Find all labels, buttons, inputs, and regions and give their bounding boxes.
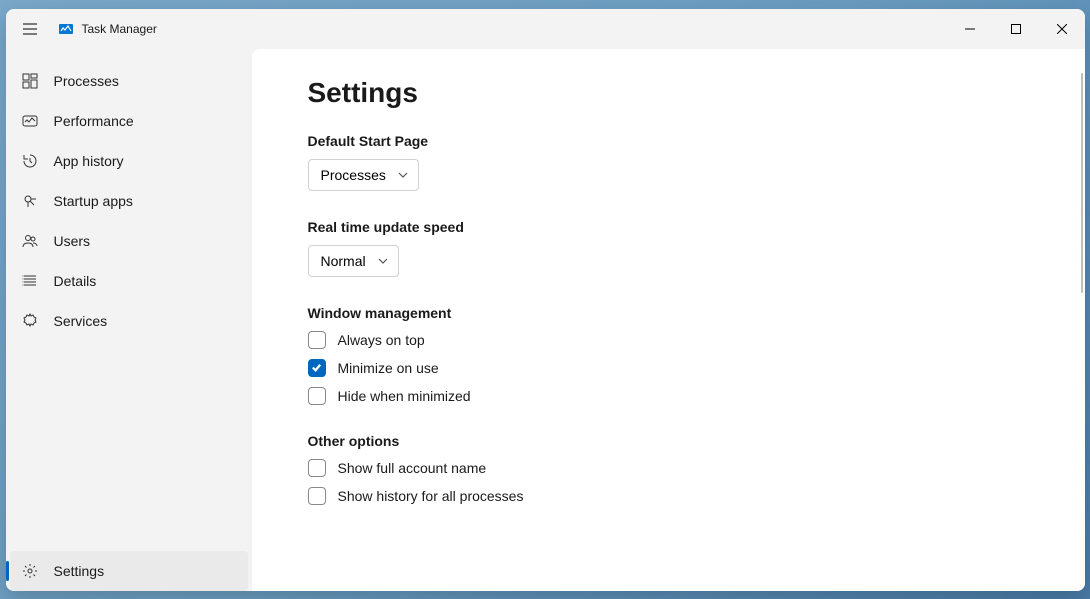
close-button[interactable] xyxy=(1039,13,1085,45)
sidebar-item-services[interactable]: Services xyxy=(10,301,248,341)
app-body: Processes Performance App history Startu… xyxy=(6,49,1085,591)
details-icon xyxy=(22,273,38,289)
content-area: Settings Default Start Page Processes Re… xyxy=(252,49,1085,591)
section-other-options: Other options Show full account name Sho… xyxy=(308,433,1029,505)
sidebar-item-label: Details xyxy=(54,273,97,289)
users-icon xyxy=(22,233,38,249)
startup-icon xyxy=(22,193,38,209)
section-title: Real time update speed xyxy=(308,219,1029,235)
checkbox-icon xyxy=(308,387,326,405)
checkbox-label: Minimize on use xyxy=(338,360,439,376)
section-title: Window management xyxy=(308,305,1029,321)
section-title: Default Start Page xyxy=(308,133,1029,149)
scrollbar[interactable] xyxy=(1081,73,1083,293)
history-icon xyxy=(22,153,38,169)
checkbox-icon xyxy=(308,359,326,377)
checkbox-icon xyxy=(308,487,326,505)
close-icon xyxy=(1057,24,1067,34)
services-icon xyxy=(22,313,38,329)
sidebar-item-label: Performance xyxy=(54,113,134,129)
checkbox-label: Always on top xyxy=(338,332,425,348)
checkbox-always-on-top[interactable]: Always on top xyxy=(308,331,1029,349)
maximize-icon xyxy=(1011,24,1021,34)
app-title: Task Manager xyxy=(82,22,947,36)
section-title: Other options xyxy=(308,433,1029,449)
checkbox-label: Show history for all processes xyxy=(338,488,524,504)
sidebar-item-settings[interactable]: Settings xyxy=(10,551,248,591)
checkbox-label: Hide when minimized xyxy=(338,388,471,404)
checkbox-minimize-on-use[interactable]: Minimize on use xyxy=(308,359,1029,377)
sidebar-item-label: Users xyxy=(54,233,91,249)
window-controls xyxy=(947,13,1085,45)
dropdown-value: Normal xyxy=(321,253,366,269)
sidebar-item-startup-apps[interactable]: Startup apps xyxy=(10,181,248,221)
chevron-down-icon xyxy=(398,170,408,180)
maximize-button[interactable] xyxy=(993,13,1039,45)
sidebar-item-label: Startup apps xyxy=(54,193,133,209)
sidebar-item-app-history[interactable]: App history xyxy=(10,141,248,181)
checkbox-label: Show full account name xyxy=(338,460,487,476)
minimize-button[interactable] xyxy=(947,13,993,45)
section-update-speed: Real time update speed Normal xyxy=(308,219,1029,277)
titlebar: Task Manager xyxy=(6,9,1085,49)
checkbox-history-all-processes[interactable]: Show history for all processes xyxy=(308,487,1029,505)
minimize-icon xyxy=(965,24,975,34)
sidebar-item-details[interactable]: Details xyxy=(10,261,248,301)
sidebar-item-users[interactable]: Users xyxy=(10,221,248,261)
dropdown-value: Processes xyxy=(321,167,386,183)
hamburger-icon xyxy=(22,21,38,37)
checkbox-hide-when-minimized[interactable]: Hide when minimized xyxy=(308,387,1029,405)
processes-icon xyxy=(22,73,38,89)
app-window: Task Manager Processes Performance App h… xyxy=(6,9,1085,591)
chevron-down-icon xyxy=(378,256,388,266)
sidebar: Processes Performance App history Startu… xyxy=(6,49,252,591)
page-title: Settings xyxy=(308,77,1029,109)
sidebar-item-processes[interactable]: Processes xyxy=(10,61,248,101)
app-icon xyxy=(58,21,74,37)
gear-icon xyxy=(22,563,38,579)
nav-toggle-button[interactable] xyxy=(10,9,50,49)
section-window-management: Window management Always on top Minimize… xyxy=(308,305,1029,405)
checkbox-icon xyxy=(308,331,326,349)
sidebar-item-label: App history xyxy=(54,153,124,169)
checkbox-full-account-name[interactable]: Show full account name xyxy=(308,459,1029,477)
sidebar-item-performance[interactable]: Performance xyxy=(10,101,248,141)
sidebar-item-label: Processes xyxy=(54,73,119,89)
performance-icon xyxy=(22,113,38,129)
update-speed-dropdown[interactable]: Normal xyxy=(308,245,399,277)
sidebar-item-label: Services xyxy=(54,313,108,329)
checkbox-icon xyxy=(308,459,326,477)
section-default-start: Default Start Page Processes xyxy=(308,133,1029,191)
sidebar-item-label: Settings xyxy=(54,563,105,579)
default-start-dropdown[interactable]: Processes xyxy=(308,159,419,191)
